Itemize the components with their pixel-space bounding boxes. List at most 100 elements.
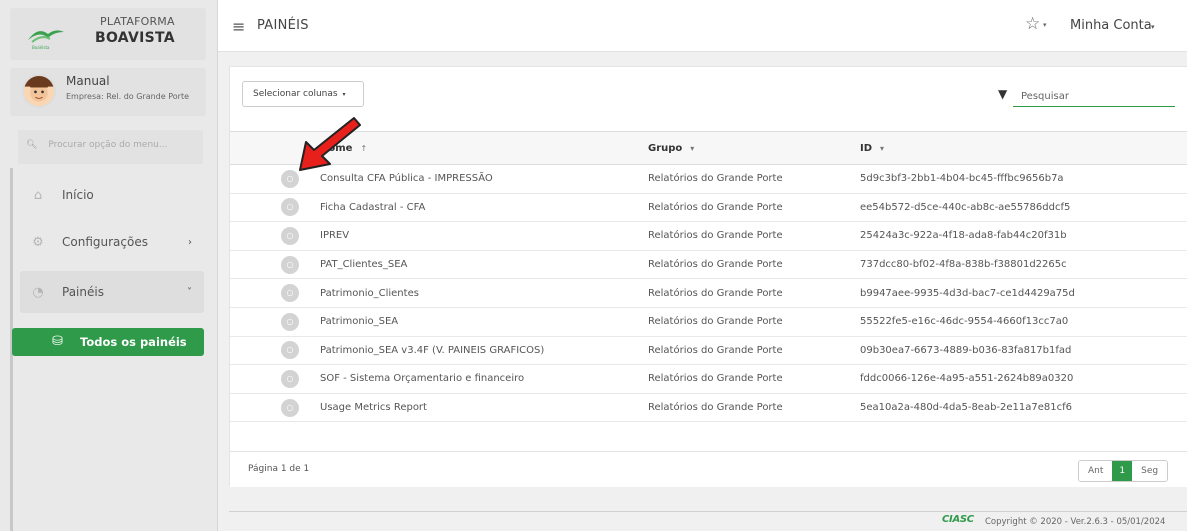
pagination: Ant 1 Seg <box>1078 460 1169 482</box>
table-footer: Página 1 de 1 Ant 1 Seg <box>230 451 1187 487</box>
user-company: Empresa: Rel. do Grande Porte <box>66 92 189 101</box>
copyright-text: Copyright © 2020 - Ver.2.6.3 - 05/01/202… <box>985 517 1166 527</box>
brand-line2: BOAVISTA <box>95 30 175 46</box>
user-card[interactable]: Manual Empresa: Rel. do Grande Porte <box>10 68 206 116</box>
view-magnifier-icon[interactable]: ○ <box>281 198 299 217</box>
database-icon: ⛁ <box>52 334 63 349</box>
row-name[interactable]: Patrimonio_SEA <box>320 307 648 337</box>
menu-toggle-icon[interactable]: ≡ <box>232 17 245 36</box>
view-magnifier-icon[interactable]: ○ <box>281 341 299 360</box>
row-name[interactable]: Patrimonio_Clientes <box>320 278 648 308</box>
view-magnifier-icon[interactable]: ○ <box>281 226 299 245</box>
search-input[interactable] <box>1013 81 1175 107</box>
favorites-star-icon[interactable]: ☆ <box>1025 14 1040 34</box>
table-row[interactable]: ○ Patrimonio_Clientes Relatórios do Grande… <box>230 278 1187 308</box>
logo-caption: BoaVista <box>32 45 50 50</box>
table-row[interactable]: ○ Ficha Cadastral - CFA Relatórios do Gran… <box>230 193 1187 223</box>
sidebar-item-inicio[interactable]: ⌂ Início <box>20 174 204 216</box>
table-row[interactable]: ○ Usage Metrics Report Relatórios do Grand… <box>230 393 1187 423</box>
page-1-button[interactable]: 1 <box>1112 461 1133 481</box>
table-row[interactable]: ○ Patrimonio_SEA v3.4F (V. PAINEIS GRAFIC… <box>230 336 1187 366</box>
column-header-id-label: ID <box>860 142 873 154</box>
favorites-caret-icon[interactable]: ▾ <box>1043 21 1047 29</box>
topbar: ≡ PAINÉIS ☆ ▾ Minha Conta ▾ <box>218 0 1187 52</box>
gear-icon: ⚙ <box>32 234 44 250</box>
all-panels-button[interactable]: ⛁ Todos os painéis <box>12 328 204 356</box>
sidebar-item-paineis[interactable]: ◔ Painéis ˅ <box>20 271 204 313</box>
user-name: Manual <box>66 74 110 88</box>
row-name[interactable]: Consulta CFA Pública - IMPRESSÃO <box>320 164 648 194</box>
panels-list-card: Selecionar colunas ▾ ▼ Nome↑ Grupo▾ ID▾ … <box>229 66 1187 487</box>
row-id: fddc0066-126e-4a95-a551-2624b89a0320 <box>860 364 1187 394</box>
row-group: Relatórios do Grande Porte <box>648 193 860 223</box>
page-info: Página 1 de 1 <box>248 464 310 474</box>
table-row[interactable]: ○ Patrimonio_SEA Relatórios do Grande Port… <box>230 307 1187 337</box>
row-name[interactable]: Patrimonio_SEA v3.4F (V. PAINEIS GRAFICO… <box>320 336 648 366</box>
avatar <box>22 74 56 108</box>
sort-icon[interactable]: ▾ <box>690 144 694 153</box>
row-group: Relatórios do Grande Porte <box>648 164 860 194</box>
search-icon: 🔍︎ <box>26 140 38 150</box>
account-caret-icon[interactable]: ▾ <box>1151 23 1155 31</box>
row-group: Relatórios do Grande Porte <box>648 364 860 394</box>
boavista-logo-icon: BoaVista <box>28 30 64 50</box>
brand-line1: PLATAFORMA <box>100 15 175 28</box>
column-header-group[interactable]: Grupo ▾ <box>648 131 860 165</box>
next-page-button[interactable]: Seg <box>1132 461 1168 481</box>
select-columns-label: Selecionar colunas <box>253 89 338 99</box>
row-group: Relatórios do Grande Porte <box>648 221 860 251</box>
sidebar-item-label: Início <box>62 188 94 202</box>
pie-chart-icon: ◔ <box>32 284 44 300</box>
view-magnifier-icon[interactable]: ○ <box>281 255 299 274</box>
column-header-name[interactable]: Nome ↑ <box>320 131 648 165</box>
account-menu[interactable]: Minha Conta <box>1070 18 1152 33</box>
table-row[interactable]: ○ IPREV Relatórios do Grande Porte 25424a3c… <box>230 221 1187 251</box>
chevron-down-icon: ˅ <box>187 286 192 298</box>
menu-search-placeholder: Procurar opção do menu... <box>48 140 168 150</box>
view-magnifier-icon[interactable]: ○ <box>281 312 299 331</box>
sidebar: BoaVista PLATAFORMA BOAVISTA Manual Empr… <box>0 0 218 531</box>
prev-page-button[interactable]: Ant <box>1079 461 1113 481</box>
row-group: Relatórios do Grande Porte <box>648 278 860 308</box>
page-title: PAINÉIS <box>257 18 309 33</box>
row-name[interactable]: IPREV <box>320 221 648 251</box>
red-arrow-annotation <box>299 117 361 171</box>
row-id: ee54b572-d5ce-440c-ab8c-ae55786ddcf5 <box>860 193 1187 223</box>
row-group: Relatórios do Grande Porte <box>648 393 860 423</box>
column-header-group-label: Grupo <box>648 142 683 154</box>
chevron-right-icon: › <box>188 236 192 248</box>
filter-icon[interactable]: ▼ <box>998 87 1007 101</box>
row-name[interactable]: SOF - Sistema Orçamentario e financeiro <box>320 364 648 394</box>
footer-divider <box>229 511 1187 512</box>
home-icon: ⌂ <box>33 187 43 203</box>
view-magnifier-icon[interactable]: ○ <box>281 398 299 417</box>
sidebar-item-configuracoes[interactable]: ⚙ Configurações › <box>20 221 204 263</box>
row-id: 55522fe5-e16c-46dc-9554-4660f13cc7a0 <box>860 307 1187 337</box>
row-name[interactable]: Ficha Cadastral - CFA <box>320 193 648 223</box>
row-group: Relatórios do Grande Porte <box>648 250 860 280</box>
table-row[interactable]: ○ SOF - Sistema Orçamentario e financeiro… <box>230 364 1187 394</box>
row-name[interactable]: Usage Metrics Report <box>320 393 648 423</box>
all-panels-label: Todos os painéis <box>80 335 187 349</box>
view-magnifier-icon[interactable]: ○ <box>281 284 299 303</box>
table-row[interactable]: ○ Consulta CFA Pública - IMPRESSÃO Relatór… <box>230 164 1187 194</box>
row-id: 5ea10a2a-480d-4da5-8eab-2e11a7e81cf6 <box>860 393 1187 423</box>
table-row[interactable]: ○ PAT_Clientes_SEA Relatórios do Grande Po… <box>230 250 1187 280</box>
menu-search-input[interactable]: 🔍︎ Procurar opção do menu... <box>18 130 203 164</box>
select-columns-button[interactable]: Selecionar colunas ▾ <box>242 81 364 107</box>
row-id: 5d9c3bf3-2bb1-4b04-bc45-fffbc9656b7a <box>860 164 1187 194</box>
caret-down-icon: ▾ <box>340 91 346 98</box>
column-header-id[interactable]: ID ▾ <box>860 131 1187 165</box>
sidebar-item-label: Configurações <box>62 235 148 249</box>
table-header: Nome ↑ Grupo ▾ ID ▾ <box>230 131 1187 165</box>
sidebar-item-label: Painéis <box>62 285 104 299</box>
row-id: 09b30ea7-6673-4889-b036-83fa817b1fad <box>860 336 1187 366</box>
row-group: Relatórios do Grande Porte <box>648 336 860 366</box>
view-magnifier-icon[interactable]: ○ <box>281 369 299 388</box>
brand-header[interactable]: BoaVista PLATAFORMA BOAVISTA <box>10 8 206 60</box>
row-group: Relatórios do Grande Porte <box>648 307 860 337</box>
row-name[interactable]: PAT_Clientes_SEA <box>320 250 648 280</box>
panels-table: Nome ↑ Grupo ▾ ID ▾ ○ Consulta CFA Pública -… <box>230 131 1187 423</box>
row-id: 737dcc80-bf02-4f8a-838b-f38801d2265c <box>860 250 1187 280</box>
sort-icon[interactable]: ▾ <box>880 144 884 153</box>
